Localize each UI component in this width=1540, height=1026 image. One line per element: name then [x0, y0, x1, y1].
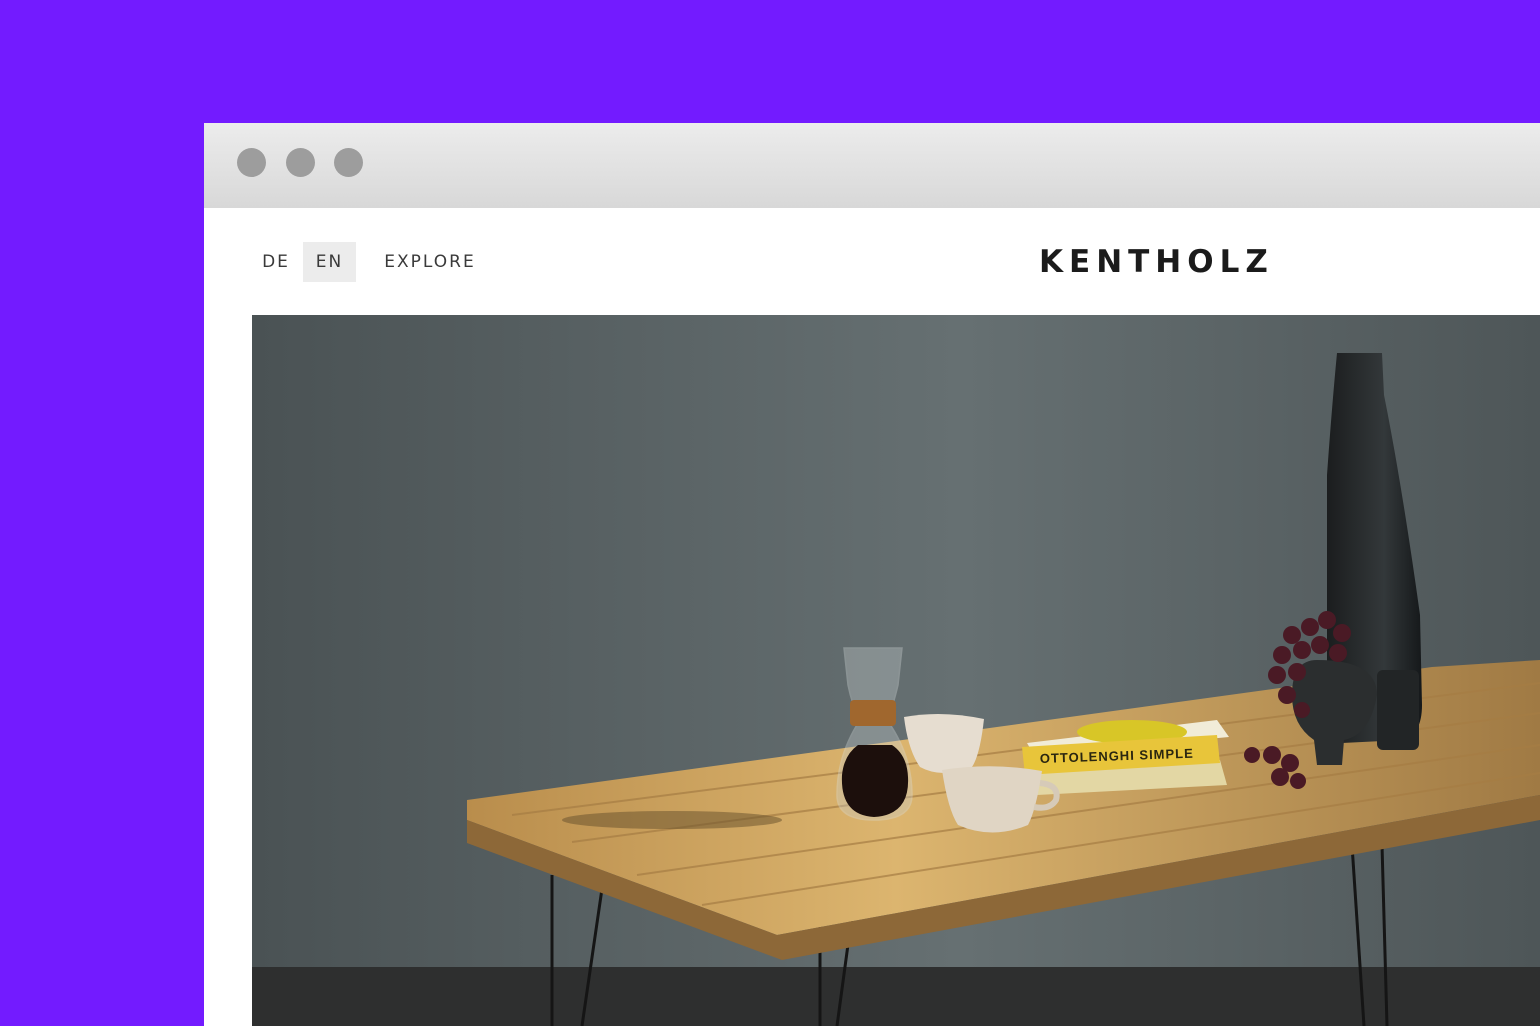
language-de-link[interactable]: DE — [256, 242, 296, 282]
carafe-collar — [850, 700, 896, 726]
minimize-window-button[interactable] — [286, 148, 315, 177]
hero-photo-illustration: OTTOLENGHI SIMPLE — [252, 315, 1540, 1026]
maximize-window-button[interactable] — [334, 148, 363, 177]
hero-image: OTTOLENGHI SIMPLE — [252, 315, 1540, 1026]
floor — [252, 967, 1540, 1026]
cup-front — [942, 766, 1042, 833]
language-en-link[interactable]: EN — [303, 242, 356, 282]
vase-base — [1377, 670, 1419, 750]
window-titlebar — [204, 123, 1540, 208]
browser-window: DE EN EXPLORE KENTHOLZ OTTOLENGHI SIMPLE — [204, 123, 1540, 1026]
table-shadow — [562, 811, 782, 829]
explore-link[interactable]: EXPLORE — [380, 242, 480, 282]
brand-logo[interactable]: KENTHOLZ — [1039, 242, 1274, 282]
coffee-liquid — [841, 745, 909, 817]
site-header: DE EN EXPLORE KENTHOLZ — [204, 208, 1540, 314]
close-window-button[interactable] — [237, 148, 266, 177]
